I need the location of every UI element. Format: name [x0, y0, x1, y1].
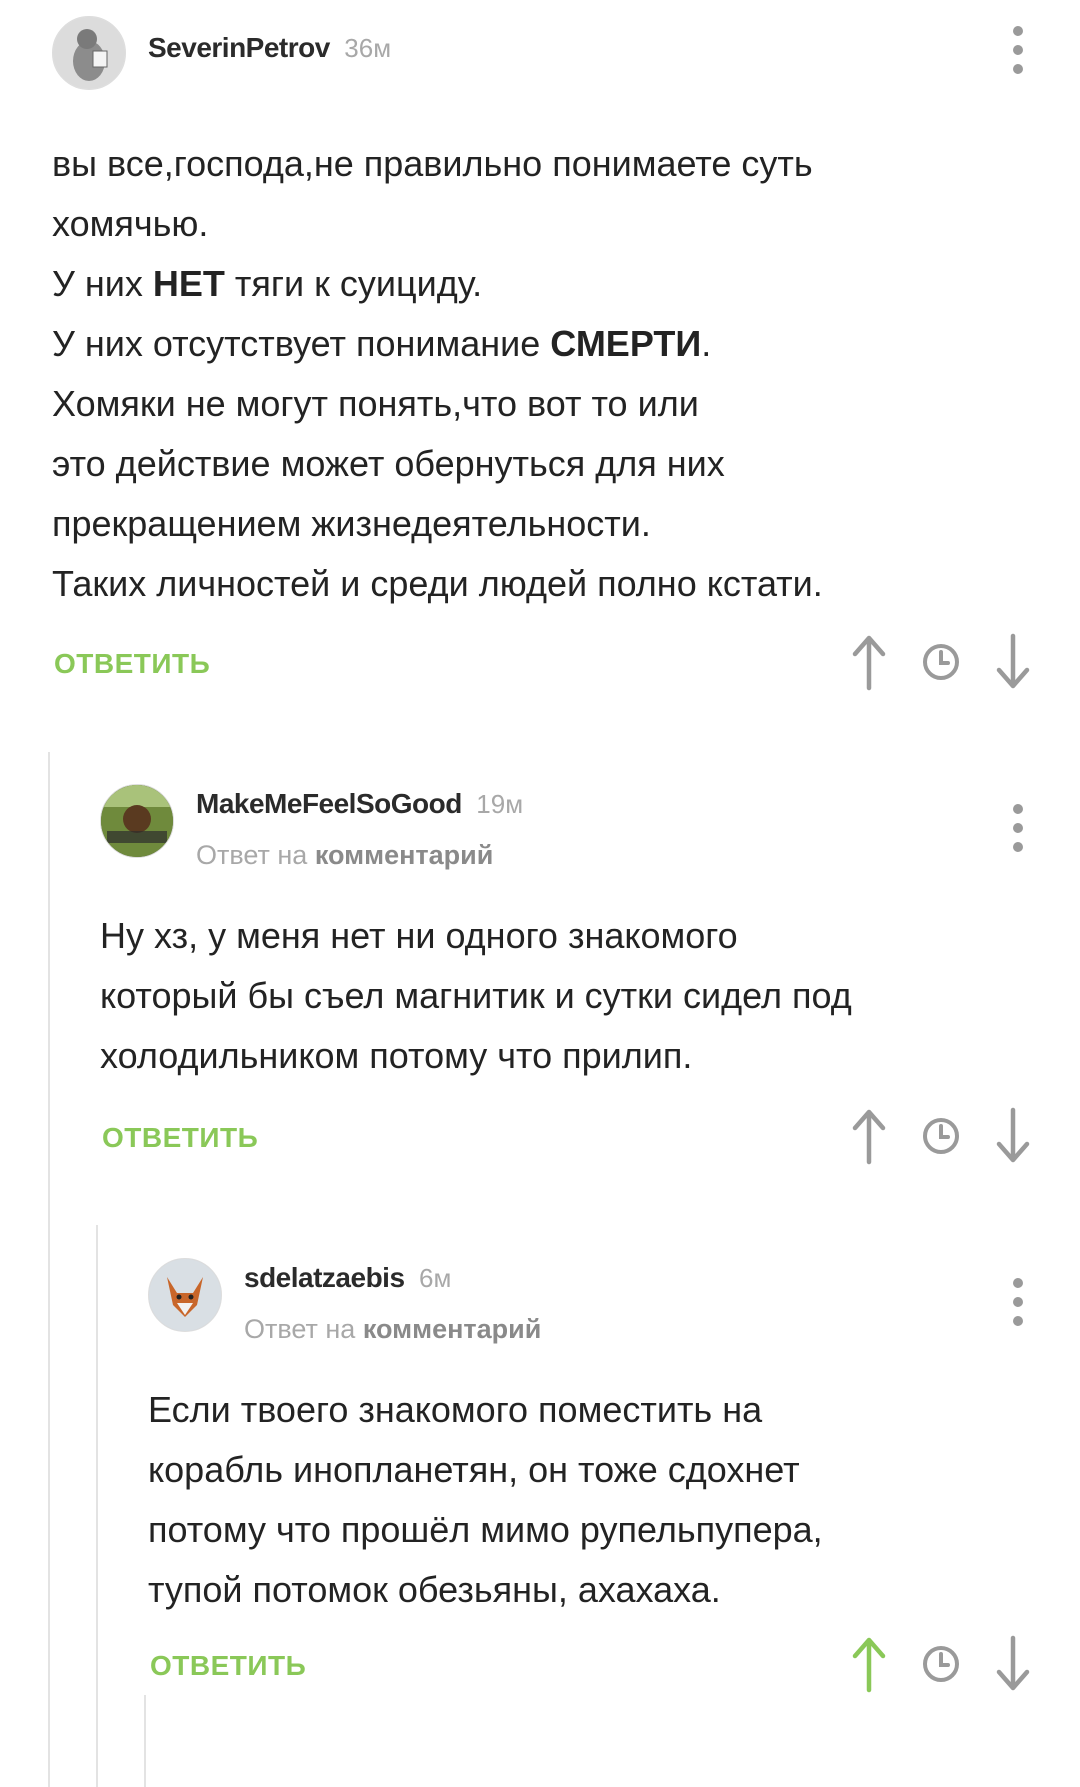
bold-text: НЕТ — [152, 263, 225, 304]
text-run: корабль инопланетян, он тоже сдохнет — [148, 1449, 800, 1490]
text-run: У них — [52, 263, 153, 304]
comment-line: Если твоего знакомого поместить на — [148, 1380, 1048, 1440]
text-run: У них отсутствует понимание — [52, 323, 551, 364]
comment-line: тупой потомок обезьяны, ахахаха. — [148, 1560, 1048, 1620]
author-name[interactable]: MakeMeFeelSoGood — [196, 788, 462, 819]
thread-line-level3 — [144, 1695, 146, 1787]
reply-to-link[interactable]: комментарий — [363, 1314, 542, 1344]
comment-time: 36м — [344, 33, 392, 63]
more-vertical-icon[interactable] — [1008, 20, 1028, 80]
arrow-up-icon[interactable] — [844, 632, 894, 692]
clock-icon[interactable] — [916, 1634, 966, 1694]
comment-body: Если твоего знакомого поместить на корабл… — [148, 1380, 1048, 1620]
comment-line: хомячью. — [52, 194, 1032, 254]
comment-line: корабль инопланетян, он тоже сдохнет — [148, 1440, 1048, 1500]
comment-time: 6м — [418, 1263, 452, 1293]
vote-actions — [844, 1634, 1044, 1694]
arrow-down-icon[interactable] — [988, 1106, 1038, 1166]
text-run: Таких личностей и среди людей полно кста… — [52, 563, 823, 604]
comment-line: потому что прошёл мимо рупельпупера, — [148, 1500, 1048, 1560]
clock-icon[interactable] — [916, 632, 966, 692]
comment-line: Хомяки не могут понять,что вот то или — [52, 374, 1032, 434]
user-avatar[interactable] — [148, 1258, 222, 1332]
reply-button[interactable]: ОТВЕТИТЬ — [102, 1122, 258, 1154]
comment-time: 19м — [476, 789, 524, 819]
text-run: . — [701, 323, 712, 364]
reply-to-prefix: Ответ на — [244, 1314, 363, 1344]
comment-line: который бы съел магнитик и сутки сидел п… — [100, 966, 1040, 1026]
comment-line: У них НЕТ тяги к суициду. — [52, 254, 1032, 314]
user-avatar[interactable] — [100, 784, 174, 858]
reply-to-prefix: Ответ на — [196, 840, 315, 870]
comment-body: Ну хз, у меня нет ни одного знакомого кот… — [100, 906, 1040, 1086]
comment-makemefeelsogood: MakeMeFeelSoGood 19м Ответ на комментари… — [0, 760, 1080, 1200]
arrow-up-icon[interactable] — [844, 1106, 894, 1166]
reply-button[interactable]: ОТВЕТИТЬ — [54, 648, 210, 680]
text-run: вы все,господа,не правильно понимаете су… — [52, 143, 813, 184]
text-run: холодильником потому что прилип. — [100, 1035, 693, 1076]
text-run: хомячью. — [52, 203, 209, 244]
reply-to-line: Ответ на комментарий — [244, 1314, 541, 1345]
arrow-up-icon[interactable] — [844, 1634, 894, 1694]
arrow-down-icon[interactable] — [988, 1634, 1038, 1694]
reply-button[interactable]: ОТВЕТИТЬ — [150, 1650, 306, 1682]
text-run: тяги к суициду. — [224, 263, 483, 304]
comment-sdelatzaebis: sdelatzaebis 6м Ответ на комментарий Есл… — [0, 1234, 1080, 1694]
more-vertical-icon[interactable] — [1008, 1272, 1028, 1332]
vote-actions — [844, 632, 1044, 692]
user-avatar[interactable] — [52, 16, 126, 90]
bold-text: СМЕРТИ — [550, 323, 702, 364]
author-name[interactable]: SeverinPetrov — [148, 32, 330, 63]
vote-actions — [844, 1106, 1044, 1166]
comment-line: Таких личностей и среди людей полно кста… — [52, 554, 1032, 614]
more-vertical-icon[interactable] — [1008, 798, 1028, 858]
comment-line: холодильником потому что прилип. — [100, 1026, 1040, 1086]
comment-body: вы все,господа,не правильно понимаете су… — [52, 134, 1032, 614]
author-name[interactable]: sdelatzaebis — [244, 1262, 405, 1293]
text-run: это действие может обернуться для них — [52, 443, 725, 484]
comment-line: это действие может обернуться для них — [52, 434, 1032, 494]
text-run: тупой потомок обезьяны, ахахаха. — [148, 1569, 721, 1610]
arrow-down-icon[interactable] — [988, 632, 1038, 692]
comment-line: вы все,господа,не правильно понимаете су… — [52, 134, 1032, 194]
text-run: который бы съел магнитик и сутки сидел п… — [100, 975, 852, 1016]
comment-line: Ну хз, у меня нет ни одного знакомого — [100, 906, 1040, 966]
text-run: Хомяки не могут понять,что вот то или — [52, 383, 699, 424]
comment-line: прекращением жизнедеятельности. — [52, 494, 1032, 554]
reply-to-line: Ответ на комментарий — [196, 840, 493, 871]
text-run: Ну хз, у меня нет ни одного знакомого — [100, 915, 738, 956]
text-run: Если твоего знакомого поместить на — [148, 1389, 763, 1430]
comment-severinpetrov: SeverinPetrov 36м вы все,господа,не прав… — [0, 0, 1080, 720]
text-run: потому что прошёл мимо рупельпупера, — [148, 1509, 823, 1550]
reply-to-link[interactable]: комментарий — [315, 840, 494, 870]
comment-line: У них отсутствует понимание СМЕРТИ. — [52, 314, 1032, 374]
text-run: прекращением жизнедеятельности. — [52, 503, 651, 544]
clock-icon[interactable] — [916, 1106, 966, 1166]
